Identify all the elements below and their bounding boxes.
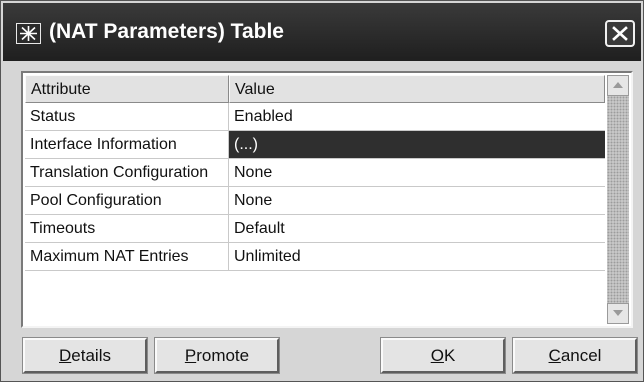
attribute-cell[interactable]: Interface Information bbox=[25, 131, 229, 159]
table-row[interactable]: Timeouts Default bbox=[25, 215, 605, 243]
table-row[interactable]: Pool Configuration None bbox=[25, 187, 605, 215]
details-mnemonic: D bbox=[59, 346, 72, 365]
value-cell[interactable]: Default bbox=[229, 215, 605, 243]
attribute-cell[interactable]: Timeouts bbox=[25, 215, 229, 243]
attribute-cell[interactable]: Pool Configuration bbox=[25, 187, 229, 215]
value-cell-selected[interactable]: (...) bbox=[229, 131, 605, 159]
scroll-up-arrow-icon bbox=[613, 82, 623, 88]
window-title: (NAT Parameters) Table bbox=[49, 20, 284, 43]
vertical-scrollbar[interactable] bbox=[607, 75, 629, 324]
table-row[interactable]: Maximum NAT Entries Unlimited bbox=[25, 243, 605, 271]
value-cell[interactable]: None bbox=[229, 159, 605, 187]
cancel-button[interactable]: Cancel bbox=[512, 337, 638, 374]
table-row[interactable]: Status Enabled bbox=[25, 103, 605, 131]
promote-button[interactable]: Promote bbox=[154, 337, 280, 374]
table-grid: Attribute Value Status Enabled Interface… bbox=[25, 75, 605, 324]
promote-label: romote bbox=[196, 346, 250, 365]
value-cell[interactable]: Enabled bbox=[229, 103, 605, 131]
cancel-label: ancel bbox=[560, 346, 602, 365]
ok-button[interactable]: OK bbox=[380, 337, 506, 374]
scroll-down-arrow-icon bbox=[613, 310, 623, 316]
nat-parameters-dialog: (NAT Parameters) Table Attribute Value S… bbox=[0, 0, 644, 382]
value-cell[interactable]: None bbox=[229, 187, 605, 215]
ok-mnemonic: O bbox=[430, 346, 444, 365]
ok-label: K bbox=[443, 346, 456, 365]
column-header-attribute[interactable]: Attribute bbox=[25, 75, 229, 103]
close-icon bbox=[612, 26, 628, 41]
attribute-cell[interactable]: Translation Configuration bbox=[25, 159, 229, 187]
scroll-down-button[interactable] bbox=[607, 303, 629, 324]
details-button[interactable]: Details bbox=[22, 337, 148, 374]
title-bar[interactable]: (NAT Parameters) Table bbox=[3, 3, 641, 61]
details-label: etails bbox=[71, 346, 111, 365]
network-star-icon[interactable] bbox=[16, 23, 41, 44]
attribute-table: Attribute Value Status Enabled Interface… bbox=[21, 71, 633, 328]
table-row[interactable]: Translation Configuration None bbox=[25, 159, 605, 187]
close-button[interactable] bbox=[605, 20, 635, 47]
promote-mnemonic: P bbox=[184, 346, 197, 365]
scroll-up-button[interactable] bbox=[607, 75, 629, 96]
value-cell[interactable]: Unlimited bbox=[229, 243, 605, 271]
attribute-cell[interactable]: Maximum NAT Entries bbox=[25, 243, 229, 271]
table-row[interactable]: Interface Information (...) bbox=[25, 131, 605, 159]
attribute-cell[interactable]: Status bbox=[25, 103, 229, 131]
column-header-value[interactable]: Value bbox=[229, 75, 605, 103]
cancel-mnemonic: C bbox=[548, 346, 561, 365]
table-header: Attribute Value bbox=[25, 75, 605, 103]
